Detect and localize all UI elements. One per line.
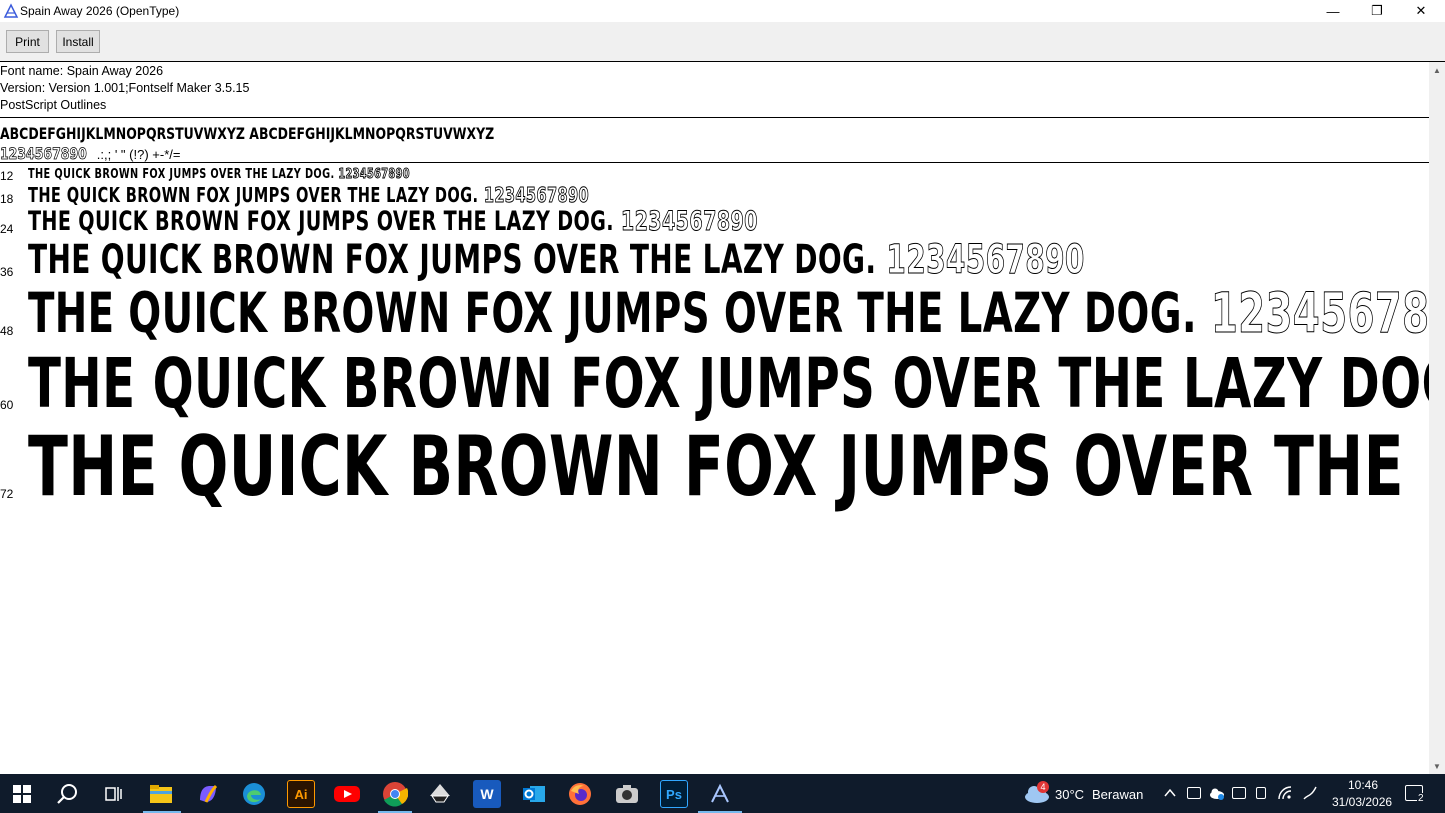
sample-numerals: 1234567890 xyxy=(338,167,410,182)
youtube-icon[interactable] xyxy=(333,780,361,808)
illustrator-icon[interactable]: Ai xyxy=(287,780,315,808)
wifi-icon[interactable] xyxy=(1277,785,1293,801)
sample-text: THE QUICK BROWN FOX JUMPS OVER THE LAZY … xyxy=(28,183,479,207)
charset-letters: ABCDEFGHIJKLMNOPQRSTUVWXYZ ABCDEFGHIJKLM… xyxy=(0,124,495,143)
word-icon[interactable]: W xyxy=(473,780,501,808)
sample-numerals: 1234567890 xyxy=(620,206,758,237)
firefox-icon[interactable] xyxy=(566,780,594,808)
outlook-icon[interactable] xyxy=(520,780,548,808)
start-icon[interactable] xyxy=(8,780,36,808)
divider xyxy=(0,117,1429,118)
scroll-up-arrow-icon[interactable]: ▲ xyxy=(1429,62,1445,78)
sample-line-60: THE QUICK BROWN FOX JUMPS OVER THE LAZY … xyxy=(28,350,1429,419)
toolbar: Print Install xyxy=(0,22,1445,62)
sample-line-72: THE QUICK BROWN FOX JUMPS OVER THE LA xyxy=(28,425,1429,508)
sample-text: THE QUICK BROWN FOX JUMPS OVER THE LA xyxy=(28,418,1429,515)
charset-digits: 1234567890 xyxy=(0,144,87,164)
print-button[interactable]: Print xyxy=(6,30,49,53)
font-version-line: Version: Version 1.001;Fontself Maker 3.… xyxy=(0,81,250,95)
install-button[interactable]: Install xyxy=(56,30,100,53)
battery-icon[interactable] xyxy=(1187,787,1201,799)
pen-icon[interactable] xyxy=(1302,785,1318,801)
sample-line-36: THE QUICK BROWN FOX JUMPS OVER THE LAZY … xyxy=(28,237,1085,283)
window-title: Spain Away 2026 (OpenType) xyxy=(20,4,180,18)
weather-temperature[interactable]: 30°C xyxy=(1055,787,1084,802)
clock-date[interactable]: 31/03/2026 xyxy=(1332,795,1392,809)
cloud-sync-icon[interactable] xyxy=(1209,785,1225,801)
search-icon[interactable] xyxy=(54,780,82,808)
size-label-72: 72 xyxy=(0,487,14,501)
weather-badge: 4 xyxy=(1037,781,1049,793)
chrome-icon[interactable] xyxy=(381,780,409,808)
size-label-18: 18 xyxy=(0,192,14,206)
scroll-down-arrow-icon[interactable]: ▼ xyxy=(1429,758,1445,774)
title-bar: Spain Away 2026 (OpenType) — ❐ ✕ xyxy=(0,0,1445,22)
photoshop-icon[interactable]: Ps xyxy=(660,780,688,808)
font-viewer-icon[interactable] xyxy=(706,780,734,808)
size-label-24: 24 xyxy=(0,222,14,236)
task-view-icon[interactable] xyxy=(99,780,127,808)
sample-line-24: THE QUICK BROWN FOX JUMPS OVER THE LAZY … xyxy=(28,206,758,237)
file-explorer-icon[interactable] xyxy=(147,780,175,808)
size-label-12: 12 xyxy=(0,169,14,183)
notification-count: 2 xyxy=(1417,793,1425,804)
font-outline-line: PostScript Outlines xyxy=(0,98,107,112)
sample-numerals: 1234567890 xyxy=(886,237,1085,283)
minimize-button[interactable]: — xyxy=(1310,0,1356,22)
close-button[interactable]: ✕ xyxy=(1398,0,1444,22)
camera-icon[interactable] xyxy=(613,780,641,808)
sample-text: THE QUICK BROWN FOX JUMPS OVER THE LAZY … xyxy=(28,206,614,237)
vertical-scrollbar[interactable]: ▲ ▼ xyxy=(1429,62,1445,774)
weather-condition[interactable]: Berawan xyxy=(1092,787,1143,802)
divider xyxy=(0,162,1429,163)
size-label-36: 36 xyxy=(0,265,14,279)
sample-numerals: 1234567890 xyxy=(483,183,590,207)
charset-digits-row: 1234567890 .:,; ' " (!?) +-*/= xyxy=(0,144,180,164)
font-preview-pane: Font name: Spain Away 2026 Version: Vers… xyxy=(0,62,1429,774)
sample-text: THE QUICK BROWN FOX JUMPS OVER THE LAZY … xyxy=(28,237,877,283)
copilot-icon[interactable] xyxy=(194,780,222,808)
inkscape-icon[interactable] xyxy=(426,780,454,808)
sample-text: THE QUICK BROWN FOX JUMPS OVER THE LAZY … xyxy=(28,167,335,182)
sample-text: THE QUICK BROWN FOX JUMPS OVER THE LAZY … xyxy=(28,281,1197,345)
device-icon[interactable] xyxy=(1256,787,1266,799)
font-name-line: Font name: Spain Away 2026 xyxy=(0,64,164,78)
sample-numerals: 1234567890 xyxy=(1210,281,1429,345)
chevron-up-icon[interactable] xyxy=(1164,786,1176,798)
font-viewer-app-icon xyxy=(3,3,19,18)
sample-line-18: THE QUICK BROWN FOX JUMPS OVER THE LAZY … xyxy=(28,183,590,207)
edge-icon[interactable] xyxy=(240,780,268,808)
taskbar: Ai W Ps 4 30°C Berawan 10:46 31/03/2026 … xyxy=(0,774,1445,813)
size-label-60: 60 xyxy=(0,398,14,412)
size-label-48: 48 xyxy=(0,324,14,338)
display-icon[interactable] xyxy=(1232,787,1246,799)
maximize-button[interactable]: ❐ xyxy=(1354,0,1400,22)
sample-line-48: THE QUICK BROWN FOX JUMPS OVER THE LAZY … xyxy=(28,285,1429,341)
sample-text: THE QUICK BROWN FOX JUMPS OVER THE LAZY … xyxy=(28,344,1429,424)
clock-time[interactable]: 10:46 xyxy=(1348,778,1378,792)
charset-punctuation: .:,; ' " (!?) +-*/= xyxy=(96,147,181,162)
sample-line-12: THE QUICK BROWN FOX JUMPS OVER THE LAZY … xyxy=(28,167,410,182)
